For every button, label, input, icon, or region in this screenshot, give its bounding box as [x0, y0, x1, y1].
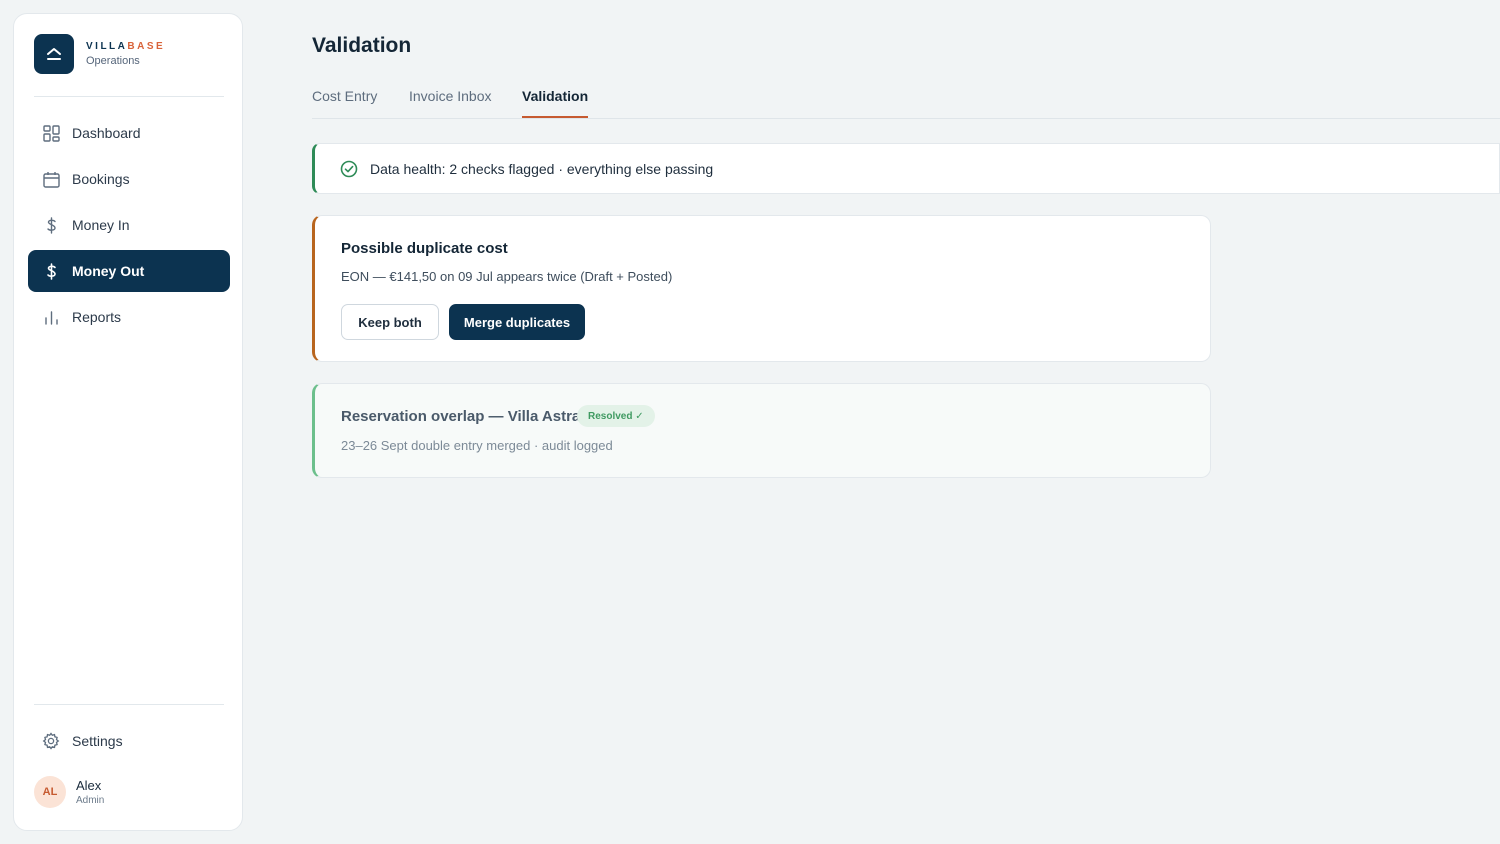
sidebar-item-money-in[interactable]: Money In: [28, 204, 230, 246]
sidebar-item-dashboard[interactable]: Dashboard: [28, 112, 230, 154]
brand-subtitle: Operations: [86, 55, 140, 67]
keep-both-button[interactable]: Keep both: [341, 304, 439, 340]
tab-bar: Cost Entry Invoice Inbox Validation: [312, 82, 1500, 119]
card-description: 23–26 Sept double entry merged · audit l…: [341, 438, 613, 453]
merge-duplicates-button[interactable]: Merge duplicates: [449, 304, 585, 340]
grid-icon: [42, 124, 60, 142]
dollar-icon: [42, 216, 60, 234]
status-badge: Resolved ✓: [577, 405, 655, 427]
home-icon: [47, 48, 61, 60]
page-title: Validation: [312, 34, 412, 57]
sidebar-item-label: Dashboard: [72, 125, 141, 141]
sidebar-item-label: Bookings: [72, 171, 130, 187]
sidebar-item-label: Money Out: [72, 263, 145, 279]
tab-validation[interactable]: Validation: [522, 88, 589, 118]
card-description: EON — €141,50 on 09 Jul appears twice (D…: [341, 269, 673, 284]
sidebar-divider: [34, 704, 224, 705]
gear-icon: [42, 732, 60, 750]
user-role: Admin: [76, 795, 105, 806]
user-name: Alex: [76, 778, 102, 793]
brand-logo: [34, 34, 74, 74]
calendar-icon: [42, 170, 60, 188]
dollar-icon: [42, 262, 60, 280]
sidebar-item-label: Reports: [72, 309, 122, 325]
sidebar-item-label: Money In: [72, 217, 130, 233]
tab-invoice-inbox[interactable]: Invoice Inbox: [409, 88, 492, 116]
duplicate-cost-card: Possible duplicate cost EON — €141,50 on…: [312, 215, 1211, 362]
tab-cost-entry[interactable]: Cost Entry: [312, 88, 377, 116]
user-profile[interactable]: AL Alex Admin: [34, 776, 104, 808]
brand-name: VILLABASE: [86, 41, 166, 52]
data-health-banner: Data health: 2 checks flagged · everythi…: [312, 143, 1500, 194]
card-title: Possible duplicate cost: [341, 240, 508, 257]
settings-label: Settings: [72, 733, 123, 749]
bar-chart-icon: [42, 308, 60, 326]
settings-section: Settings: [28, 720, 230, 766]
sidebar-item-settings[interactable]: Settings: [28, 720, 230, 762]
sidebar-divider: [34, 96, 224, 97]
sidebar: VILLABASE Operations Dashboard Bookings …: [13, 13, 243, 831]
sidebar-item-reports[interactable]: Reports: [28, 296, 230, 338]
sidebar-nav: Dashboard Bookings Money In Money Out Re…: [28, 112, 230, 342]
avatar: AL: [34, 776, 66, 808]
check-circle-icon: [340, 160, 358, 178]
sidebar-item-money-out[interactable]: Money Out: [28, 250, 230, 292]
brand[interactable]: VILLABASE Operations: [34, 34, 165, 74]
card-title: Reservation overlap — Villa Astra: [341, 408, 581, 425]
reservation-overlap-card: Reservation overlap — Villa Astra Resolv…: [312, 383, 1211, 478]
sidebar-item-bookings[interactable]: Bookings: [28, 158, 230, 200]
data-health-text: Data health: 2 checks flagged · everythi…: [370, 160, 714, 177]
